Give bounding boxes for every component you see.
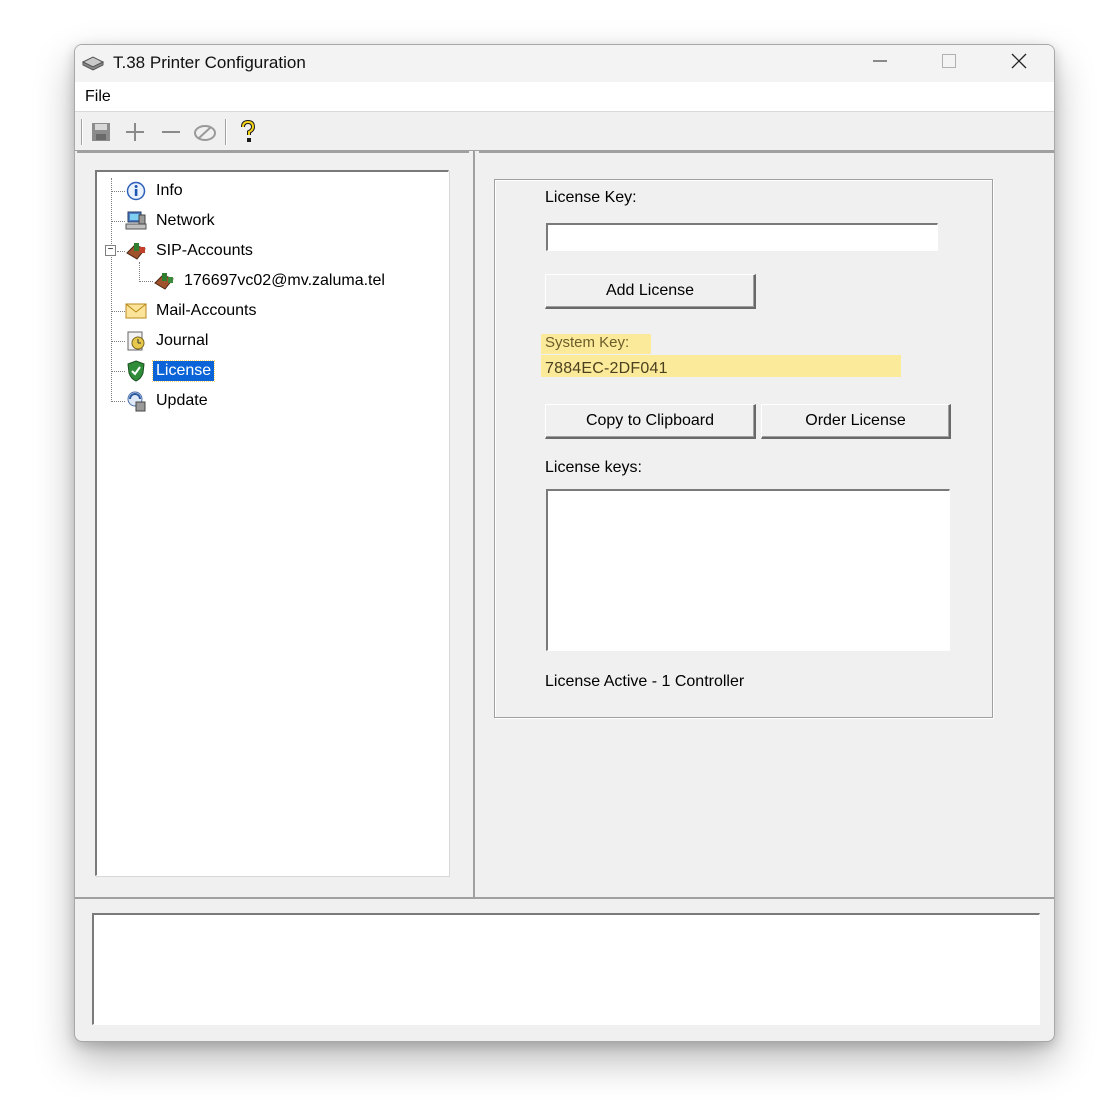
- remove-button[interactable]: [158, 119, 184, 145]
- navigation-pane: − Info Network SIP-Accounts 176697vc02@m…: [77, 151, 469, 897]
- save-button[interactable]: [88, 119, 114, 145]
- license-key-input[interactable]: [546, 223, 938, 251]
- license-keys-label: License keys:: [545, 459, 642, 476]
- tree-connector: [111, 311, 125, 312]
- add-license-button[interactable]: Add License: [545, 274, 756, 309]
- journal-icon: [125, 330, 147, 352]
- info-icon: [125, 180, 147, 202]
- phone-icon: [125, 240, 147, 262]
- app-window: T.38 Printer Configuration File − Info N…: [74, 44, 1055, 1042]
- window-title: T.38 Printer Configuration: [113, 53, 306, 72]
- license-groupbox: License Key: Add License System Key: 788…: [494, 179, 993, 718]
- tree-connector: [111, 178, 112, 400]
- tree-connector: [139, 281, 153, 282]
- tree-item-network[interactable]: Network: [125, 208, 218, 234]
- maximize-icon: [942, 54, 956, 73]
- toolbar-separator: [225, 119, 227, 145]
- title-bar[interactable]: T.38 Printer Configuration: [75, 45, 1054, 82]
- copy-to-clipboard-button[interactable]: Copy to Clipboard: [545, 404, 756, 439]
- remove-icon: [160, 121, 182, 143]
- maximize-button[interactable]: [915, 45, 983, 82]
- tree-connector: [111, 341, 125, 342]
- tree-item-label: 176697vc02@mv.zaluma.tel: [184, 272, 385, 289]
- help-button[interactable]: [235, 119, 261, 145]
- tree-item-license[interactable]: License: [125, 358, 216, 384]
- toolbar: [75, 113, 1054, 151]
- tree-collapse-toggle[interactable]: −: [105, 245, 116, 256]
- tree-item-label: Update: [156, 392, 208, 409]
- system-key-label: System Key:: [545, 334, 630, 351]
- close-button[interactable]: [985, 45, 1053, 82]
- update-icon: [125, 390, 147, 412]
- menu-bar: File: [75, 82, 1054, 112]
- tree-item-sip-account[interactable]: 176697vc02@mv.zaluma.tel: [153, 268, 388, 294]
- tree-item-label: License: [151, 360, 216, 382]
- horizontal-splitter[interactable]: [75, 897, 1054, 905]
- phone-account-icon: [153, 270, 175, 292]
- license-pane: License Key: Add License System Key: 788…: [479, 151, 1054, 897]
- shield-icon: [125, 360, 147, 382]
- minimize-button[interactable]: [846, 45, 914, 82]
- mail-icon: [125, 300, 147, 322]
- tree-item-mail-accounts[interactable]: Mail-Accounts: [125, 298, 259, 324]
- tree-item-label: SIP-Accounts: [156, 242, 253, 259]
- tree-item-label: Journal: [156, 332, 209, 349]
- toolbar-separator: [81, 119, 83, 145]
- tree-connector: [117, 251, 125, 252]
- close-icon: [1011, 53, 1027, 74]
- tree-connector: [111, 371, 125, 372]
- network-icon: [125, 210, 147, 232]
- help-icon: [240, 120, 256, 144]
- tree-item-update[interactable]: Update: [125, 388, 211, 414]
- minimize-icon: [873, 54, 887, 73]
- tree-item-journal[interactable]: Journal: [125, 328, 211, 354]
- license-key-label: License Key:: [545, 189, 637, 206]
- tree-connector: [139, 262, 140, 282]
- tree-item-label: Info: [156, 182, 183, 199]
- tree-connector: [111, 221, 125, 222]
- order-license-button[interactable]: Order License: [761, 404, 951, 439]
- tree-item-info[interactable]: Info: [125, 178, 186, 204]
- tree-item-label: Network: [156, 212, 215, 229]
- tree-item-label: Mail-Accounts: [156, 302, 257, 319]
- save-icon: [91, 122, 111, 142]
- navigation-tree[interactable]: − Info Network SIP-Accounts 176697vc02@m…: [95, 170, 449, 876]
- tree-item-sip-accounts[interactable]: SIP-Accounts: [125, 238, 256, 264]
- log-output-area[interactable]: [92, 913, 1040, 1025]
- add-icon: [124, 121, 146, 143]
- add-button[interactable]: [122, 119, 148, 145]
- system-key-value: 7884EC-2DF041: [545, 360, 668, 377]
- printer-icon: [81, 54, 105, 72]
- wrench-icon: [193, 121, 217, 143]
- menu-file[interactable]: File: [85, 88, 111, 106]
- tree-connector: [111, 401, 125, 402]
- license-status-text: License Active - 1 Controller: [545, 673, 745, 690]
- license-keys-list[interactable]: [546, 489, 950, 651]
- tree-connector: [111, 191, 125, 192]
- configure-button[interactable]: [192, 119, 218, 145]
